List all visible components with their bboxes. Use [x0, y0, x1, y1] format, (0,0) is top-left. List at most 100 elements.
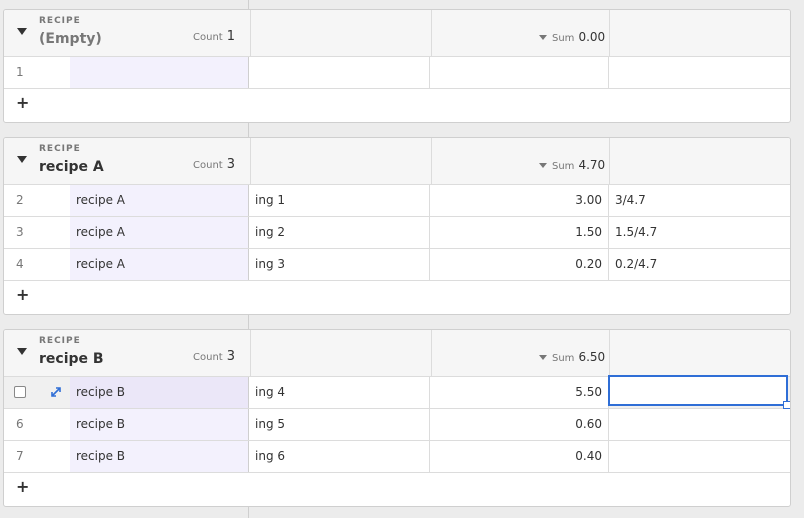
sum-value: 0.00 — [578, 30, 606, 44]
cell-ingredient-text: ing 2 — [255, 225, 286, 239]
table-row[interactable]: 2 recipe A ing 1 3.00 3/4.7 — [4, 185, 790, 217]
cell-recipe[interactable]: recipe B — [70, 409, 249, 440]
table-row[interactable]: 6 recipe B ing 5 0.60 — [4, 409, 790, 441]
cell-qty-text: 5.50 — [575, 385, 602, 399]
group-header[interactable]: RECIPE (Empty) Count 1 Sum 0.00 — [4, 10, 790, 57]
column-divider — [609, 10, 610, 56]
group-caption: RECIPE — [39, 16, 81, 26]
sum-label: Sum — [552, 33, 575, 44]
row-select-checkbox[interactable] — [14, 386, 26, 398]
sort-desc-icon — [539, 35, 547, 40]
group-value: (Empty) — [39, 31, 102, 47]
caret-down-icon[interactable] — [17, 156, 27, 163]
fill-handle[interactable] — [783, 401, 790, 409]
group-sum[interactable]: Sum 0.00 — [539, 30, 605, 44]
cell-ingredient[interactable] — [249, 57, 430, 88]
row-number: 6 — [16, 417, 24, 431]
cell-recipe-text: recipe A — [76, 257, 126, 271]
add-row-button[interactable]: + — [4, 89, 790, 119]
cell-ingredient-text: ing 4 — [255, 385, 286, 399]
cell-ingredient-text: ing 6 — [255, 449, 286, 463]
add-row-button[interactable]: + — [4, 281, 790, 311]
count-value: 3 — [226, 157, 235, 172]
table-row-selected[interactable]: recipe B ing 4 5.50 — [4, 375, 790, 409]
add-row-button[interactable]: + — [4, 473, 790, 503]
cell-recipe[interactable]: recipe B — [70, 377, 249, 408]
cell-qty[interactable]: 0.40 — [430, 441, 609, 472]
sum-label: Sum — [552, 161, 575, 172]
group-sum[interactable]: Sum 4.70 — [539, 158, 605, 172]
cell-qty[interactable] — [430, 57, 609, 88]
cell-ingredient[interactable]: ing 1 — [249, 185, 430, 216]
cell-ingredient[interactable]: ing 6 — [249, 441, 430, 472]
cell-fraction-text: 0.2/4.7 — [615, 257, 658, 271]
cell-fraction[interactable]: 3/4.7 — [609, 185, 790, 216]
cell-recipe[interactable]: recipe A — [70, 217, 249, 248]
cell-qty[interactable]: 0.20 — [430, 249, 609, 280]
column-divider — [609, 138, 610, 184]
group-value: recipe A — [39, 159, 104, 175]
group-caption: RECIPE — [39, 144, 81, 154]
count-label: Count — [193, 352, 223, 363]
count-value: 1 — [226, 29, 235, 44]
cell-qty-text: 0.40 — [575, 449, 602, 463]
plus-icon: + — [16, 285, 30, 304]
cell-qty[interactable]: 3.00 — [430, 185, 609, 216]
group-header[interactable]: RECIPE recipe A Count 3 Sum 4.70 — [4, 138, 790, 185]
header-spacer — [250, 138, 432, 184]
cell-recipe-text: recipe B — [76, 417, 126, 431]
header-spacer — [250, 330, 432, 376]
cell-qty[interactable]: 5.50 — [430, 377, 609, 408]
group-caption: RECIPE — [39, 336, 81, 346]
cell-fraction[interactable] — [609, 57, 790, 88]
cell-qty[interactable]: 0.60 — [430, 409, 609, 440]
cell-recipe[interactable]: recipe A — [70, 185, 249, 216]
count-label: Count — [193, 160, 223, 171]
row-number: 3 — [16, 225, 24, 239]
cell-recipe[interactable]: recipe A — [70, 249, 249, 280]
cell-ingredient[interactable]: ing 5 — [249, 409, 430, 440]
cell-ingredient-text: ing 3 — [255, 257, 286, 271]
cell-ingredient[interactable]: ing 2 — [249, 217, 430, 248]
table-row[interactable]: 3 recipe A ing 2 1.50 1.5/4.7 — [4, 217, 790, 249]
cell-recipe[interactable]: recipe B — [70, 441, 249, 472]
group-empty: RECIPE (Empty) Count 1 Sum 0.00 1 + — [3, 9, 791, 123]
cell-ingredient-text: ing 5 — [255, 417, 286, 431]
sum-label: Sum — [552, 353, 575, 364]
cell-ingredient-text: ing 1 — [255, 193, 286, 207]
table-row[interactable]: 1 — [4, 57, 790, 89]
cell-ingredient[interactable]: ing 4 — [249, 377, 430, 408]
cell-qty[interactable]: 1.50 — [430, 217, 609, 248]
active-cell-editor[interactable] — [608, 375, 790, 409]
group-count: Count 3 — [193, 157, 235, 172]
row-number: 2 — [16, 193, 24, 207]
group-count: Count 1 — [193, 29, 235, 44]
cell-fraction-text: 1.5/4.7 — [615, 225, 658, 239]
cell-fraction-text: 3/4.7 — [615, 193, 646, 207]
expand-arrows-icon[interactable] — [49, 385, 63, 399]
count-value: 3 — [226, 349, 235, 364]
cell-recipe[interactable] — [70, 57, 249, 88]
sort-desc-icon — [539, 355, 547, 360]
cell-qty-text: 0.20 — [575, 257, 602, 271]
cell-recipe-text: recipe A — [76, 193, 126, 207]
cell-recipe-text: recipe B — [76, 385, 126, 399]
count-label: Count — [193, 32, 223, 43]
caret-down-icon[interactable] — [17, 348, 27, 355]
cell-qty-text: 3.00 — [575, 193, 602, 207]
group-value: recipe B — [39, 351, 104, 367]
cell-fraction[interactable] — [609, 441, 790, 472]
cell-fraction[interactable]: 0.2/4.7 — [609, 249, 790, 280]
table-row[interactable]: 4 recipe A ing 3 0.20 0.2/4.7 — [4, 249, 790, 281]
group-sum[interactable]: Sum 6.50 — [539, 350, 605, 364]
group-header[interactable]: RECIPE recipe B Count 3 Sum 6.50 — [4, 330, 790, 377]
sort-desc-icon — [539, 163, 547, 168]
cell-ingredient[interactable]: ing 3 — [249, 249, 430, 280]
header-spacer — [250, 10, 432, 56]
plus-icon: + — [16, 477, 30, 496]
cell-fraction[interactable]: 1.5/4.7 — [609, 217, 790, 248]
cell-qty-text: 1.50 — [575, 225, 602, 239]
table-row[interactable]: 7 recipe B ing 6 0.40 — [4, 441, 790, 473]
cell-fraction[interactable] — [609, 409, 790, 440]
caret-down-icon[interactable] — [17, 28, 27, 35]
